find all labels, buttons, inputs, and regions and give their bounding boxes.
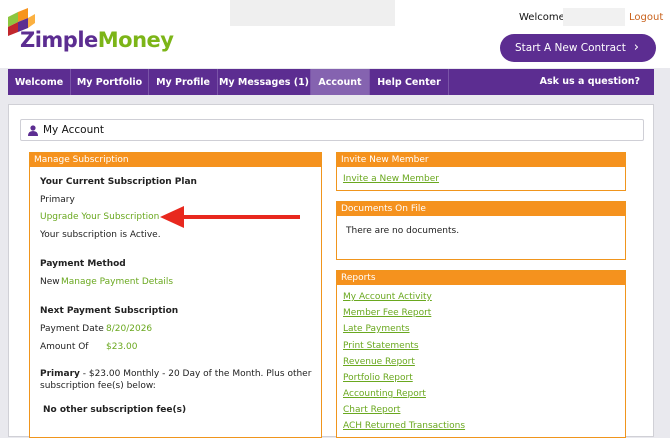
nav-item-my-messages[interactable]: My Messages (1) [218,69,311,95]
nav-item-account[interactable]: Account [311,69,370,95]
current-plan-heading: Your Current Subscription Plan [40,177,197,187]
invite-member-header: Invite New Member [337,153,625,167]
report-link-chart[interactable]: Chart Report [343,405,400,415]
chevron-right-icon: › [633,40,639,55]
report-link-account-activity[interactable]: My Account Activity [343,292,432,302]
logout-link[interactable]: Logout [629,12,663,23]
brand-part-zimple: Zimple [20,28,98,52]
fee-plan-name: Primary [40,369,80,379]
subscription-status: Your subscription is Active. [40,230,161,240]
user-icon [28,125,38,136]
report-link-portfolio[interactable]: Portfolio Report [343,373,413,383]
amount-value: $23.00 [106,342,138,352]
fee-line-2: subscription fee(s) below: [40,381,156,391]
report-link-ach-returned[interactable]: ACH Returned Transactions [343,421,465,431]
nav-item-welcome[interactable]: Welcome [8,69,71,95]
payment-date-value: 8/20/2026 [106,324,153,334]
manage-payment-details-link[interactable]: Manage Payment Details [61,277,173,287]
no-other-fees: No other subscription fee(s) [43,405,187,415]
brand-wordmark[interactable]: ZimpleMoney [20,28,174,52]
nav-item-my-profile[interactable]: My Profile [149,69,218,95]
plan-name: Primary [40,195,75,205]
reports-header: Reports [337,271,625,285]
invite-new-member-link[interactable]: Invite a New Member [343,174,439,184]
invite-member-panel: Invite New Member [336,152,626,191]
nav-item-help-center[interactable]: Help Center [370,69,449,95]
top-header: ZimpleMoney Welcome, Logout Start A New … [0,0,670,68]
welcome-text: Welcome, [519,12,568,23]
payment-date-label: Payment Date [40,324,104,334]
annotation-arrow-icon [160,206,300,228]
fee-line-1: - $23.00 Monthly - 20 Day of the Month. … [79,369,312,379]
page-title-bar: My Account [20,119,644,141]
manage-subscription-header: Manage Subscription [30,153,321,167]
nav-item-my-portfolio[interactable]: My Portfolio [71,69,149,95]
fee-description: Primary - $23.00 Monthly - 20 Day of the… [40,369,311,379]
redacted-area [230,0,395,26]
ask-question-link[interactable]: Ask us a question? [540,76,640,87]
start-new-contract-button[interactable]: Start A New Contract › [500,34,656,62]
report-link-member-fee[interactable]: Member Fee Report [343,308,431,318]
report-link-revenue[interactable]: Revenue Report [343,357,415,367]
documents-header: Documents On File [337,202,625,216]
brand-part-money: Money [97,28,174,52]
page-title: My Account [43,124,105,136]
next-payment-heading: Next Payment Subscription [40,306,179,316]
main-nav: Welcome My Portfolio My Profile My Messa… [8,69,654,95]
report-link-accounting[interactable]: Accounting Report [343,389,426,399]
report-link-print-statements[interactable]: Print Statements [343,341,419,351]
payment-method-value: New [40,277,60,287]
amount-label: Amount Of [40,342,89,352]
payment-method-heading: Payment Method [40,259,126,269]
upgrade-subscription-link[interactable]: Upgrade Your Subscription [40,212,159,222]
redacted-username [563,8,625,26]
no-documents-text: There are no documents. [346,226,460,236]
start-new-contract-label: Start A New Contract [515,42,626,54]
report-link-late-payments[interactable]: Late Payments [343,324,410,334]
